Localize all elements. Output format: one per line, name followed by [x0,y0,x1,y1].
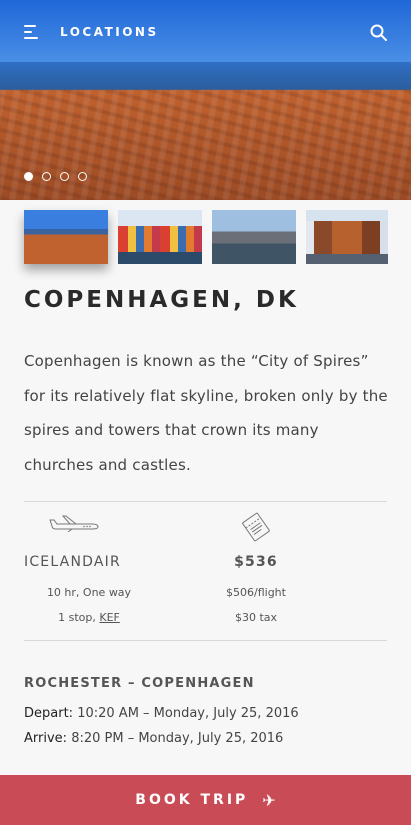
arrive-value: 8:20 PM – Monday, July 25, 2016 [71,731,284,746]
plane-icon: ✈ [262,790,276,810]
carousel-dots [24,172,87,181]
page-title: LOCATIONS [60,25,159,39]
carousel-dot[interactable] [24,172,33,181]
destination-title: COPENHAGEN, DK [24,287,299,313]
arrive-line: Arrive: 8:20 PM – Monday, July 25, 2016 [24,731,283,746]
layover-airport-link[interactable]: KEF [99,611,120,624]
top-bar: LOCATIONS [0,0,411,64]
thumbnail-harbor[interactable] [212,210,296,264]
route-title: ROCHESTER – COPENHAGEN [24,676,255,691]
hero-sea [0,62,411,90]
depart-value: 10:20 AM – Monday, July 25, 2016 [77,706,299,721]
book-trip-label: BOOK TRIP [135,792,249,808]
flight-stops: 1 stop, KEF [24,611,154,624]
price-total: $536 [234,554,278,570]
flight-duration: 10 hr, One way [46,586,132,599]
stop-count: 1 stop, [58,611,96,624]
thumbnail-nyhavn[interactable] [118,210,202,264]
menu-icon[interactable] [24,25,40,39]
price-tax: $30 tax [234,611,278,624]
price-per-flight: $506/flight [226,586,286,599]
hero-rooftops [0,90,411,200]
price-info: $536 $506/flight $30 tax [206,512,306,624]
flight-info: ICELANDAIR 10 hr, One way 1 stop, KEF [24,512,131,624]
thumbnail-strip [24,210,388,264]
arrive-label: Arrive: [24,731,68,746]
depart-label: Depart: [24,706,74,721]
airplane-icon [49,515,99,532]
book-trip-button[interactable]: BOOK TRIP ✈ [0,775,411,825]
thumbnail-rooftops[interactable] [24,210,108,264]
ticket-icon [242,512,270,542]
carousel-dot[interactable] [78,172,87,181]
airline-name: ICELANDAIR [24,554,121,570]
carousel-dot[interactable] [60,172,69,181]
depart-line: Depart: 10:20 AM – Monday, July 25, 2016 [24,706,299,721]
hero-image[interactable]: LOCATIONS [0,0,411,200]
search-icon[interactable] [370,24,387,41]
thumbnail-castle[interactable] [306,210,388,264]
divider [24,640,387,641]
carousel-dot[interactable] [42,172,51,181]
divider [24,501,387,502]
destination-description: Copenhagen is known as the “City of Spir… [24,352,388,474]
